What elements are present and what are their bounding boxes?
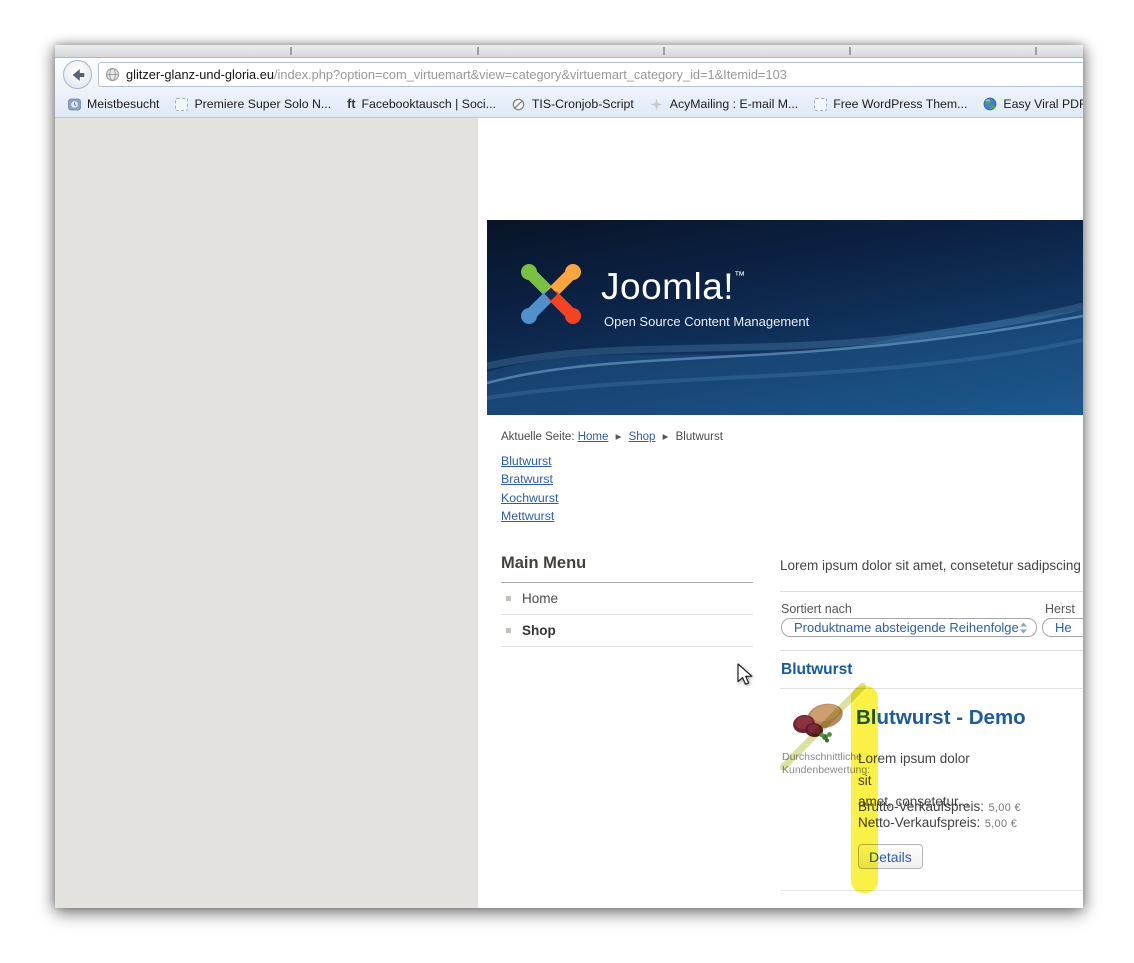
bookmark-free-wordpress[interactable]: Free WordPress Them... [806, 91, 975, 117]
joomla-tagline: Open Source Content Management [604, 314, 809, 329]
menu-item-shop[interactable]: Shop [501, 615, 753, 647]
url-domain: glitzer-glanz-und-gloria.eu [126, 67, 274, 82]
history-folder-icon [67, 97, 81, 111]
breadcrumb-current: Blutwurst [676, 431, 723, 443]
menu-item-label[interactable]: Shop [522, 623, 556, 638]
site-favicon-globe-icon [105, 67, 120, 82]
breadcrumb-separator-icon: ▶ [616, 432, 622, 441]
category-link-list: Blutwurst Bratwurst Kochwurst Mettwurst [501, 452, 558, 525]
net-price-value: 5,00 € [985, 818, 1017, 830]
category-link-bratwurst[interactable]: Bratwurst [501, 470, 558, 488]
menu-item-home[interactable]: Home [501, 583, 753, 615]
browser-window: glitzer-glanz-und-gloria.eu/index.php?op… [55, 45, 1083, 908]
trademark-symbol: ™ [734, 270, 746, 282]
breadcrumb-prefix: Aktuelle Seite: [501, 431, 575, 443]
clock-favicon-icon [512, 97, 526, 111]
back-arrow-icon [69, 66, 87, 84]
gross-price-value: 5,00 € [989, 802, 1021, 814]
category-link-mettwurst[interactable]: Mettwurst [501, 507, 558, 525]
joomla-logo-text: Joomla!™ [601, 266, 809, 308]
bookmark-label: Easy Viral PDF Brander ... [1003, 97, 1083, 111]
navigation-toolbar: glitzer-glanz-und-gloria.eu/index.php?op… [55, 58, 1083, 91]
left-empty-panel [55, 118, 478, 908]
category-intro-text: Lorem ipsum dolor sit amet, consetetur s… [780, 558, 1081, 573]
bookmark-facebooktausch[interactable]: ft Facebooktausch | Soci... [339, 91, 504, 117]
highlighter-vertical-stroke [851, 686, 878, 893]
joomla-logo-icon [515, 258, 587, 330]
mouse-cursor [736, 663, 758, 687]
bookmark-tis-cronjob[interactable]: TIS-Cronjob-Script [504, 91, 642, 117]
product-title-link[interactable]: Blutwurst - Demo [856, 706, 1026, 730]
category-link-kochwurst[interactable]: Kochwurst [501, 489, 558, 507]
page-viewport: Joomla!™ Open Source Content Management … [55, 118, 1083, 908]
back-button[interactable] [63, 60, 92, 89]
sort-label: Sortiert nach [781, 602, 852, 616]
tab-separator [849, 47, 851, 55]
main-menu-module: Main Menu Home Shop [501, 554, 753, 647]
net-price-row: Netto-Verkaufspreis: 5,00 € [858, 814, 1017, 832]
placeholder-favicon-icon [814, 98, 827, 111]
bookmark-label: AcyMailing : E-mail M... [670, 97, 798, 111]
tab-strip[interactable] [55, 45, 1083, 58]
globe-favicon-icon [983, 97, 997, 111]
joomla-page: Joomla!™ Open Source Content Management … [487, 118, 1083, 908]
ft-favicon-icon: ft [347, 97, 355, 111]
bullet-icon [506, 628, 511, 633]
sort-order-select[interactable]: Produktname absteigende Reihenfolge [781, 618, 1037, 637]
url-text: glitzer-glanz-und-gloria.eu/index.php?op… [126, 67, 787, 82]
divider [780, 688, 1083, 689]
bookmark-meistbesucht[interactable]: Meistbesucht [59, 91, 167, 117]
bookmark-label: Facebooktausch | Soci... [361, 97, 495, 111]
url-path: /index.php?option=com_virtuemart&view=ca… [274, 67, 787, 82]
bookmark-label: Free WordPress Them... [833, 97, 967, 111]
manufacturer-label: Herst [1045, 602, 1075, 616]
menu-item-label[interactable]: Home [522, 591, 558, 606]
bookmarks-toolbar: Meistbesucht Premiere Super Solo N... ft… [55, 91, 1083, 118]
tab-separator [663, 47, 665, 55]
url-bar[interactable]: glitzer-glanz-und-gloria.eu/index.php?op… [98, 62, 1083, 87]
category-link-blutwurst[interactable]: Blutwurst [501, 452, 558, 470]
breadcrumb-shop-link[interactable]: Shop [629, 431, 656, 443]
bookmark-label: Meistbesucht [87, 97, 159, 111]
divider [780, 890, 1083, 891]
divider [780, 650, 1083, 651]
bookmark-easy-viral-pdf[interactable]: Easy Viral PDF Brander ... [975, 91, 1083, 117]
bookmark-label: Premiere Super Solo N... [194, 97, 331, 111]
manufacturer-value: He [1055, 620, 1072, 635]
sort-arrows-icon [1019, 622, 1028, 634]
sort-order-value: Produktname absteigende Reihenfolge [794, 620, 1019, 635]
divider [780, 591, 1083, 592]
main-menu-title: Main Menu [501, 554, 753, 583]
sparkle-favicon-icon [650, 97, 664, 111]
breadcrumb: Aktuelle Seite: Home ▶ Shop ▶ Blutwurst [501, 431, 723, 443]
tab-separator [1035, 47, 1037, 55]
category-title: Blutwurst [781, 661, 852, 679]
bullet-icon [506, 596, 511, 601]
joomla-banner: Joomla!™ Open Source Content Management [487, 220, 1083, 415]
breadcrumb-separator-icon: ▶ [663, 432, 669, 441]
breadcrumb-home-link[interactable]: Home [578, 431, 609, 443]
tab-separator [290, 47, 292, 55]
placeholder-favicon-icon [175, 98, 188, 111]
bookmark-label: TIS-Cronjob-Script [532, 97, 634, 111]
tab-separator [477, 47, 479, 55]
bookmark-premiere-super-solo[interactable]: Premiere Super Solo N... [167, 91, 339, 117]
bookmark-acymailing[interactable]: AcyMailing : E-mail M... [642, 91, 806, 117]
manufacturer-select[interactable]: He [1042, 618, 1083, 637]
